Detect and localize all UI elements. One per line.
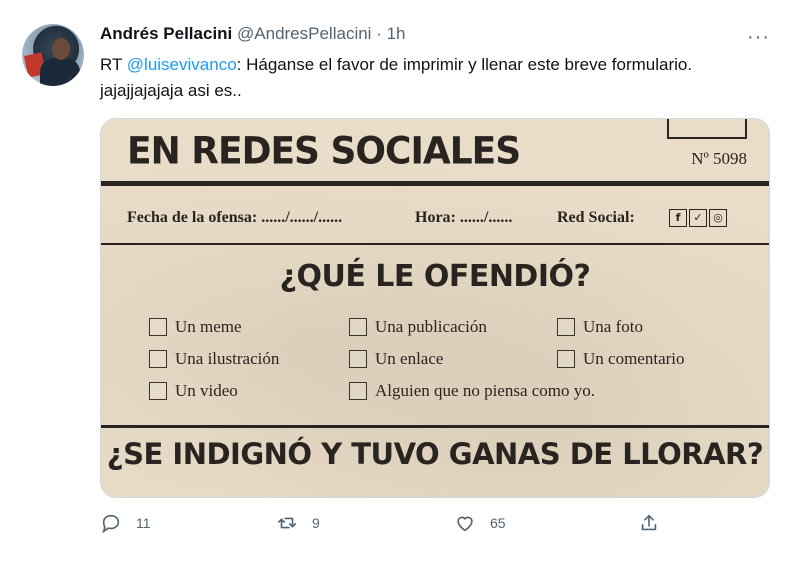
like-count: 65 [490, 515, 506, 531]
like-button[interactable]: 65 [454, 512, 506, 534]
option-label: Un video [175, 381, 238, 400]
checkbox-icon [557, 318, 575, 336]
retweet-count: 9 [312, 515, 320, 531]
avatar-body [40, 58, 80, 86]
avatar-head [52, 38, 70, 60]
form-number: Nº 5098 [691, 149, 747, 168]
option-un-comentario: Un comentario [557, 349, 685, 369]
option-una-publicacion: Una publicación [349, 317, 487, 337]
tweet-actions: 11 9 65 [100, 512, 680, 542]
retweet-icon [277, 517, 297, 529]
retweet-prefix: RT [100, 55, 127, 74]
option-un-enlace: Un enlace [349, 349, 443, 369]
facebook-icon: f [669, 209, 687, 227]
option-un-meme: Un meme [149, 317, 242, 337]
separator-dot: · [376, 24, 382, 43]
divider [101, 243, 769, 245]
checkbox-icon [557, 350, 575, 368]
share-icon [641, 514, 657, 531]
divider [101, 425, 769, 428]
reply-button[interactable]: 11 [100, 512, 151, 534]
timestamp[interactable]: 1h [387, 24, 406, 43]
option-label: Un meme [175, 317, 242, 336]
tweet-header: Andrés Pellacini @AndresPellacini · 1h [100, 24, 406, 44]
more-options-icon[interactable]: ··· [747, 26, 770, 49]
question-se-indigno: ¿SE INDIGNÓ Y TUVO GANAS DE LLORAR? [106, 437, 764, 471]
option-una-ilustracion: Una ilustración [149, 349, 279, 369]
option-un-video: Un video [149, 381, 238, 401]
instagram-icon: ◎ [709, 209, 727, 227]
tweet-media-image[interactable]: EN REDES SOCIALES Nº 5098 Fecha de la of… [100, 118, 770, 498]
hora-field: Hora: ....../...... [415, 209, 513, 226]
checkbox-icon [349, 382, 367, 400]
form-title: EN REDES SOCIALES [127, 129, 521, 174]
reply-icon [102, 514, 120, 534]
tweet: Andrés Pellacini @AndresPellacini · 1h ·… [0, 0, 800, 563]
option-label: Una foto [583, 317, 643, 336]
author-handle[interactable]: @AndresPellacini [237, 24, 371, 43]
heart-icon [457, 516, 473, 532]
option-una-foto: Una foto [557, 317, 643, 337]
mention-link[interactable]: @luisevivanco [127, 55, 237, 74]
twitter-icon: ✓ [689, 209, 707, 227]
option-label: Alguien que no piensa como yo. [375, 381, 596, 400]
option-label: Una ilustración [175, 349, 280, 368]
checkbox-icon [149, 382, 167, 400]
avatar[interactable] [22, 24, 84, 86]
question-que-le-ofendio: ¿QUÉ LE OFENDIÓ? [279, 259, 591, 294]
fecha-field: Fecha de la ofensa: ....../....../...... [127, 209, 343, 226]
author-name[interactable]: Andrés Pellacini [100, 24, 232, 43]
checkbox-icon [349, 350, 367, 368]
retweet-button[interactable]: 9 [276, 512, 320, 534]
option-label: Una publicación [375, 317, 487, 336]
checkbox-icon [149, 318, 167, 336]
option-label: Un enlace [375, 349, 444, 368]
checkbox-icon [149, 350, 167, 368]
share-button[interactable] [638, 512, 674, 534]
tweet-text: RT @luisevivanco: Háganse el favor de im… [100, 52, 760, 104]
divider [101, 181, 769, 186]
reply-count: 11 [136, 515, 151, 531]
option-label: Un comentario [583, 349, 685, 368]
red-social-label: Red Social: [557, 209, 635, 226]
checkbox-icon [349, 318, 367, 336]
stamp-box [667, 119, 747, 139]
option-alguien: Alguien que no piensa como yo. [349, 381, 595, 401]
